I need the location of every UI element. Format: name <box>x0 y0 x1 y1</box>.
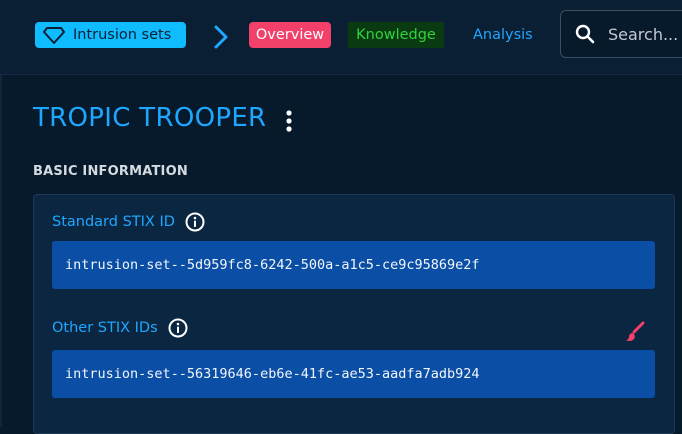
standard-stix-id-label-text: Standard STIX ID <box>52 214 175 230</box>
info-icon[interactable] <box>185 212 205 232</box>
other-stix-ids-label-text: Other STIX IDs <box>52 320 158 336</box>
tab-overview[interactable]: Overview <box>249 22 331 48</box>
page-title: TROPIC TROOPER <box>33 103 267 133</box>
other-stix-ids-label: Other STIX IDs <box>52 318 188 338</box>
diamond-icon <box>43 27 65 44</box>
brush-icon[interactable] <box>624 321 646 343</box>
standard-stix-id-label: Standard STIX ID <box>52 212 205 232</box>
entity-type-label: Intrusion sets <box>73 27 172 43</box>
search-placeholder: Search... <box>608 24 679 44</box>
left-rail <box>0 75 2 427</box>
other-stix-id-value: intrusion-set--56319646-eb6e-41fc-ae53-a… <box>52 350 655 398</box>
top-bar-divider <box>0 74 682 75</box>
search-icon <box>575 24 595 44</box>
entity-type-chip[interactable]: Intrusion sets <box>35 22 186 48</box>
kebab-menu-icon[interactable] <box>283 108 295 134</box>
top-bar: Intrusion sets Overview Knowledge Analys… <box>0 0 682 74</box>
standard-stix-id-value: intrusion-set--5d959fc8-6242-500a-a1c5-c… <box>52 241 655 289</box>
tab-analysis[interactable]: Analysis <box>473 22 533 48</box>
tab-knowledge[interactable]: Knowledge <box>348 22 444 48</box>
search-input[interactable]: Search... <box>560 10 682 58</box>
section-title: BASIC INFORMATION <box>33 164 188 179</box>
info-icon[interactable] <box>168 318 188 338</box>
chevron-right-icon <box>214 25 228 49</box>
